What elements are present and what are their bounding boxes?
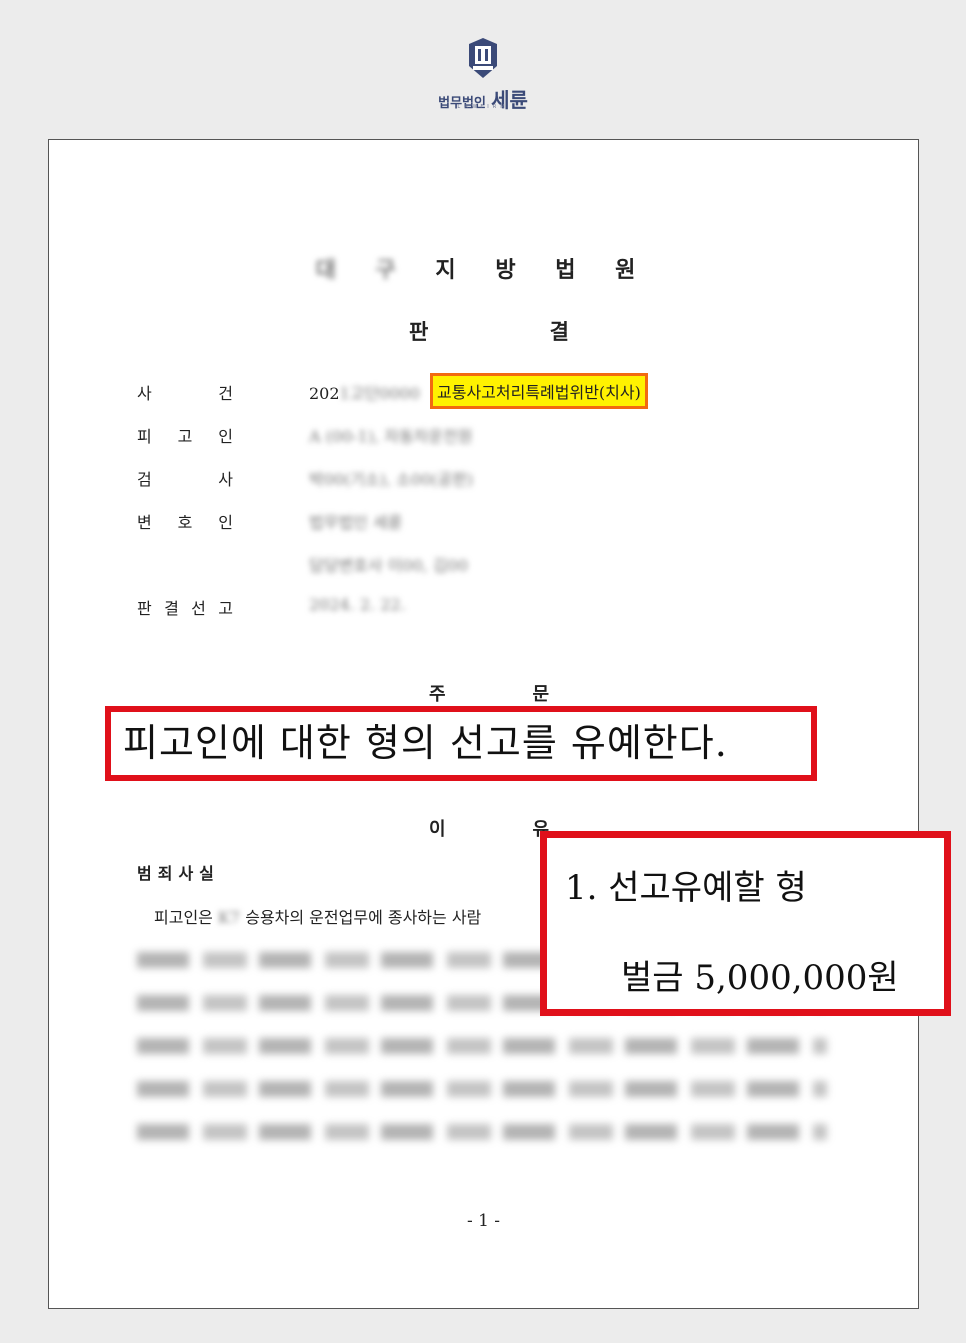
body-blurred-word: K7: [217, 908, 241, 927]
label-char: 판: [137, 599, 152, 618]
case-number-blurred: 1고단0000: [339, 384, 420, 403]
label-case: 사 건: [137, 380, 233, 404]
reason-heading-char: 이: [429, 819, 446, 840]
sentence-highlight-box: 1. 선고유예할 형 벌금 5,000,000원: [540, 831, 951, 1016]
label-char: 검: [137, 470, 152, 489]
document-title-char: 결: [549, 320, 569, 344]
page-number: - 1 -: [466, 1211, 501, 1231]
label-char: 결: [164, 599, 179, 618]
judgment-document: 대 구 지 방 법 원 판 결 사 건 2021고단0000 교통사고처리특례법…: [48, 139, 919, 1309]
label-prosecutor: 검 사: [137, 466, 233, 490]
info-row-verdict-date: 판 결 선 고 2024. 2. 22.: [137, 595, 857, 619]
document-title-char: 판: [409, 320, 429, 344]
attorney-detail-value: 담당변호사 이00, 김00: [309, 556, 469, 575]
label-char: 고: [218, 599, 233, 618]
info-row-prosecutor: 검 사 박00(기소), 소00(공판): [137, 466, 857, 490]
case-name-highlight: 교통사고처리특례법위반(치사): [430, 373, 648, 409]
case-number-visible: 202: [309, 384, 340, 403]
firm-logo: 법무법인 세륜 LAWFIRM: [433, 36, 533, 112]
label-verdict-date: 판 결 선 고: [137, 595, 233, 619]
order-heading-char: 문: [532, 684, 549, 705]
info-row-attorney: 변 호 인 법무법인 세륜: [137, 509, 857, 533]
label-char: 호: [177, 513, 193, 532]
court-name-blurred: 대 구: [315, 258, 436, 283]
label-char: 건: [218, 384, 233, 403]
document-title: 판 결: [409, 316, 569, 346]
info-row-attorney-detail: 담당변호사 이00, 김00: [137, 552, 857, 576]
court-name-visible: 지 방 법 원: [435, 258, 652, 283]
firm-emblem-icon: [469, 38, 497, 78]
blurred-text-line: [137, 1124, 827, 1140]
label-char: 피: [137, 427, 152, 446]
label-char: 사: [137, 384, 152, 403]
label-char: 사: [218, 470, 233, 489]
label-char: 인: [218, 427, 233, 446]
attorney-value: 법무법인 세륜: [309, 513, 403, 532]
label-attorney: 변 호 인: [137, 509, 233, 533]
body-prefix: 피고인은: [154, 908, 213, 927]
info-row-defendant: 피 고 인 A (00-1), 자동차운전원: [137, 423, 857, 447]
order-text-highlight: 피고인에 대한 형의 선고를 유예한다.: [105, 706, 817, 781]
label-char: 고: [177, 427, 193, 446]
crime-facts-heading: 범죄사실: [137, 864, 220, 883]
label-char: 인: [218, 513, 233, 532]
sentence-line-2: 벌금 5,000,000원: [621, 958, 899, 998]
case-number: 2021고단0000: [309, 380, 420, 404]
body-first-line: 피고인은 K7 승용차의 운전업무에 종사하는 사람: [154, 904, 481, 928]
defendant-value: A (00-1), 자동차운전원: [309, 427, 473, 446]
verdict-date-value: 2024. 2. 22.: [309, 595, 406, 614]
label-char: 선: [191, 599, 206, 618]
blurred-text-line: [137, 1038, 827, 1054]
prosecutor-value: 박00(기소), 소00(공판): [309, 470, 474, 489]
sentence-line-1: 1. 선고유예할 형: [565, 868, 807, 908]
firm-subtitle: LAWFIRM: [457, 104, 509, 110]
body-suffix: 승용차의 운전업무에 종사하는 사람: [245, 908, 482, 927]
order-heading-char: 주: [429, 684, 446, 705]
court-name: 대 구 지 방 법 원: [49, 252, 918, 284]
order-heading: 주 문: [429, 680, 549, 706]
label-char: 변: [137, 513, 152, 532]
reason-heading: 이 유: [429, 815, 549, 841]
label-defendant: 피 고 인: [137, 423, 233, 447]
blurred-text-line: [137, 1081, 827, 1097]
